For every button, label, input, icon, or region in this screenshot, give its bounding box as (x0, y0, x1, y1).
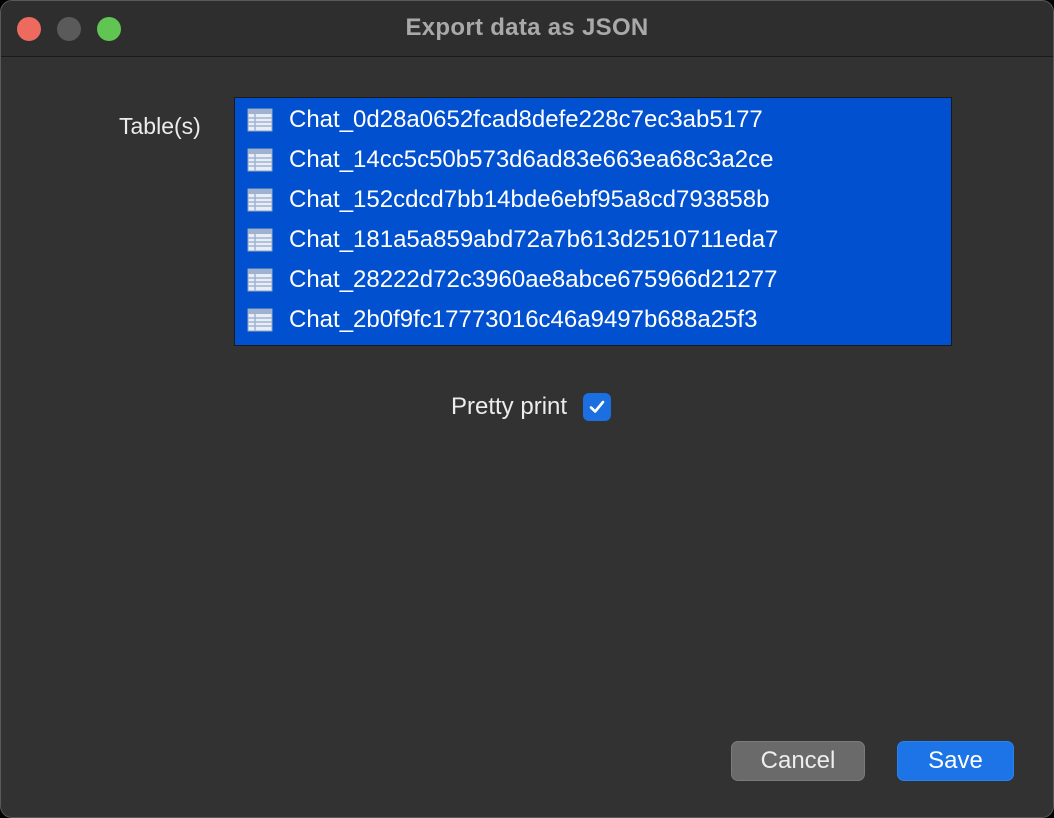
checkmark-icon (589, 400, 605, 413)
tables-list[interactable]: Chat_0d28a0652fcad8defe228c7ec3ab5177 Ch… (234, 97, 952, 346)
table-name: Chat_181a5a859abd72a7b613d2510711eda7 (289, 226, 779, 253)
dialog-content: Table(s) Chat_0d28a0652fcad8defe228c7ec3… (1, 57, 1053, 817)
cancel-button[interactable]: Cancel (731, 741, 865, 781)
table-name: Chat_0d28a0652fcad8defe228c7ec3ab5177 (289, 106, 763, 133)
title-bar: Export data as JSON (1, 1, 1053, 57)
table-name: Chat_2b0f9fc17773016c46a9497b688a25f3 (289, 306, 758, 333)
window-title: Export data as JSON (405, 14, 649, 41)
table-name: Chat_152cdcd7bb14bde6ebf95a8cd793858b (289, 186, 770, 213)
table-list-item[interactable]: Chat_152cdcd7bb14bde6ebf95a8cd793858b (235, 180, 951, 220)
table-icon (247, 148, 273, 172)
table-icon (247, 268, 273, 292)
table-icon (247, 308, 273, 332)
table-list-item[interactable]: Chat_0d28a0652fcad8defe228c7ec3ab5177 (235, 100, 951, 140)
export-json-dialog: Export data as JSON Table(s) Chat_0d28a0… (0, 0, 1054, 818)
save-button[interactable]: Save (897, 741, 1014, 781)
table-list-item[interactable]: Chat_14cc5c50b573d6ad83e663ea68c3a2ce (235, 140, 951, 180)
pretty-print-option: Pretty print (451, 390, 612, 424)
table-icon (247, 108, 273, 132)
table-name: Chat_28222d72c3960ae8abce675966d21277 (289, 266, 778, 293)
pretty-print-checkbox[interactable] (583, 393, 612, 421)
table-list-item[interactable]: Chat_181a5a859abd72a7b613d2510711eda7 (235, 220, 951, 260)
table-list-item[interactable]: Chat_28222d72c3960ae8abce675966d21277 (235, 260, 951, 300)
table-icon (247, 228, 273, 252)
pretty-print-label: Pretty print (451, 393, 568, 420)
table-list-item[interactable]: Chat_2b0f9fc17773016c46a9497b688a25f3 (235, 300, 951, 340)
table-name: Chat_14cc5c50b573d6ad83e663ea68c3a2ce (289, 146, 774, 173)
table-icon (247, 188, 273, 212)
tables-label: Table(s) (119, 113, 201, 139)
